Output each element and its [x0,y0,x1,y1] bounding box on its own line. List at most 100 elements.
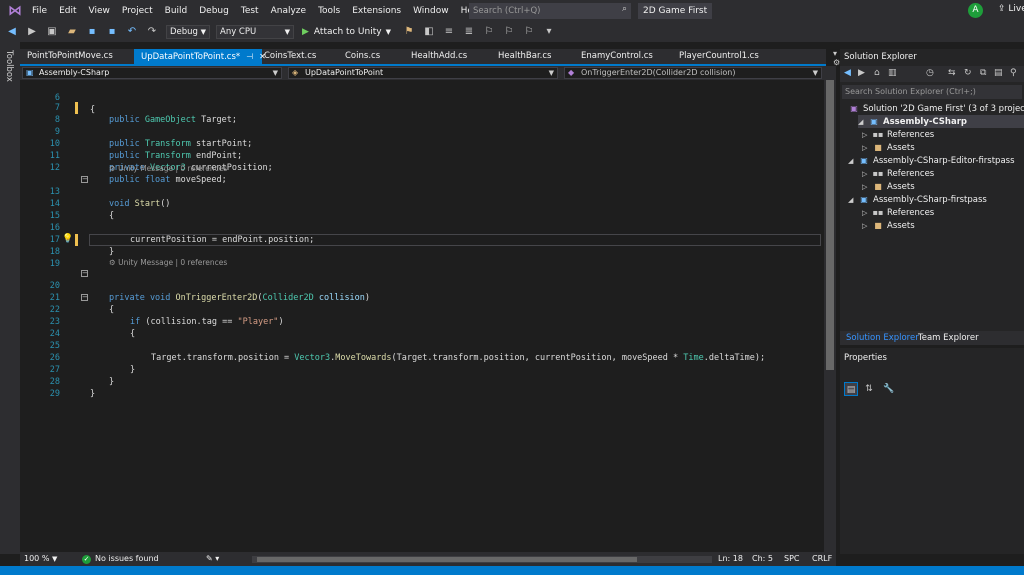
open-file-icon[interactable]: ▰ [64,24,80,40]
step-icon[interactable]: ≡ [441,24,457,40]
solution-configuration-select[interactable]: Debug ▼ [166,25,210,39]
forward-icon[interactable]: ▶ [858,68,865,78]
tab-team-explorer[interactable]: Team Explorer [914,331,983,345]
back-icon[interactable]: ◀ [844,68,851,78]
attach-to-unity-button[interactable]: ▶ Attach to Unity ▼ [302,27,391,37]
unity-icon[interactable]: ⚑ [401,24,417,40]
code-editor[interactable]: 💡 − − − 6 { 7 public GameObject Target; … [20,80,826,552]
navigate-back-icon[interactable]: ◀ [4,24,20,40]
undo-icon[interactable]: ↶ [124,24,140,40]
editor-horizontal-scrollbar[interactable] [252,556,712,563]
property-pages-icon[interactable]: 🔧 [882,382,896,396]
live-share-button[interactable]: ⇪ Live [998,4,1024,14]
views-icon[interactable]: ▥ [888,68,897,78]
tree-assets[interactable]: ▷ ■ Assets [862,180,915,193]
save-icon[interactable]: ▪ [84,24,100,40]
tree-references[interactable]: ▷ ▪▪ References [862,128,934,141]
folder-icon: ■ [874,221,882,230]
project-dropdown[interactable]: ▣ Assembly-CSharp ▼ [22,67,282,79]
categorized-icon[interactable]: ▤ [844,382,858,396]
scrollbar-thumb[interactable] [257,557,637,562]
tab-solution-explorer[interactable]: Solution Explorer [842,331,923,345]
tree-references[interactable]: ▷ ▪▪ References [862,206,934,219]
refresh-icon[interactable]: ↻ [964,68,972,78]
new-project-icon[interactable]: ▣ [44,24,60,40]
toolbar-overflow-icon[interactable]: ▾ [541,24,557,40]
collapse-all-icon[interactable]: ⧉ [980,68,986,78]
navigate-forward-icon[interactable]: ▶ [24,24,40,40]
avatar[interactable]: A [968,3,983,18]
redo-icon[interactable]: ↷ [144,24,160,40]
live-share-label: Live [1008,4,1024,14]
tab-healthbar[interactable]: HealthBar.cs [491,49,573,64]
bookmark-next-icon[interactable]: ⚐ [521,24,537,40]
menu-tools[interactable]: Tools [312,0,346,22]
issues-indicator[interactable]: ✓ No issues found [82,552,159,566]
codelens[interactable]: ⚙ Unity Message | 0 references [109,257,227,268]
tree-project-firstpass[interactable]: ◢ ▣ Assembly-CSharp-firstpass [848,193,987,206]
alphabetical-icon[interactable]: ⇅ [862,382,876,396]
tree-solution[interactable]: ▣ Solution '2D Game First' (3 of 3 projec… [848,102,1024,115]
csharp-project-icon: ▣ [26,68,34,77]
menu-edit[interactable]: Edit [53,0,82,22]
codelens[interactable]: ⚙ Unity Message | 0 references [109,163,227,174]
search-input[interactable]: Search (Ctrl+Q) [469,3,631,19]
zoom-select[interactable]: 100 % ▼ [24,552,57,566]
menu-project[interactable]: Project [116,0,159,22]
navigation-bar: ▣ Assembly-CSharp ▼ ◈ UpDataPointToPoint… [20,66,826,80]
tab-enamycontrol[interactable]: EnamyControl.cs [574,49,672,64]
menu-extensions[interactable]: Extensions [346,0,407,22]
pin-icon[interactable]: ⊣ [246,52,253,61]
zoom-level: 100 % [24,554,50,563]
csharp-project-icon: ▣ [860,195,868,204]
menu-window[interactable]: Window [407,0,455,22]
menu-build[interactable]: Build [159,0,194,22]
tab-updatapointtopoint[interactable]: UpDataPointToPoint.cs* ⊣ ✕ [134,49,266,64]
tab-healthadd[interactable]: HealthAdd.cs [404,49,490,64]
expand-arrow-icon[interactable]: ◢ [848,155,858,168]
menu-test[interactable]: Test [235,0,265,22]
toolbox-tab[interactable]: Toolbox [4,50,14,82]
scrollbar-thumb[interactable] [826,80,834,370]
menu-file[interactable]: File [26,0,53,22]
solution-platform-select[interactable]: Any CPU ▼ [216,25,294,39]
menu-debug[interactable]: Debug [193,0,235,22]
tab-pointtopointmove[interactable]: PointToPointMove.cs [20,49,134,64]
tab-coinstext[interactable]: CoinsText.cs [257,49,337,64]
play-icon: ▶ [302,27,309,37]
collapse-arrow-icon[interactable]: ▷ [862,220,872,233]
show-all-files-icon[interactable]: ▤ [994,68,1003,78]
expand-arrow-icon[interactable]: ◢ [848,194,858,207]
sync-icon[interactable]: ⇆ [948,68,956,78]
bookmark-prev-icon[interactable]: ⚐ [501,24,517,40]
tree-project-assembly-csharp[interactable]: ◢ ▣ Assembly-CSharp [858,115,1024,128]
pending-changes-icon[interactable]: ◷ [926,68,934,78]
bookmark-icon[interactable]: ⚐ [481,24,497,40]
properties-toolbar: ▤ ⇅ 🔧 [842,382,1024,398]
home-icon[interactable]: ⌂ [874,68,880,78]
breakpoint-icon[interactable]: ◧ [421,24,437,40]
comment-icon[interactable]: ≣ [461,24,477,40]
code-line: 9 public Transform startPoint; [20,114,826,149]
editor-vertical-scrollbar[interactable] [824,66,836,552]
properties-icon[interactable]: ⚲ [1010,68,1017,78]
tab-label: HealthBar.cs [498,51,552,61]
code-line: 23 { [20,304,826,339]
line-ending[interactable]: CRLF [812,552,832,566]
class-icon: ◈ [292,68,299,77]
whitespace-mode[interactable]: SPC [784,552,800,566]
menu-analyze[interactable]: Analyze [265,0,312,22]
solution-search-input[interactable]: Search Solution Explorer (Ctrl+;) [842,85,1022,99]
menu-view[interactable]: View [83,0,116,22]
member-dropdown[interactable]: ◆ OnTriggerEnter2D(Collider2D collision)… [564,67,822,79]
tree-assets[interactable]: ▷ ■ Assets [862,141,915,154]
save-all-icon[interactable]: ▪ [104,24,120,40]
tree-project-editor-firstpass[interactable]: ◢ ▣ Assembly-CSharp-Editor-firstpass [848,154,1015,167]
brush-icon[interactable]: ✎ ▾ [206,552,219,566]
tab-coins[interactable]: Coins.cs [338,49,404,64]
code-line: 24 [20,316,826,339]
tree-references[interactable]: ▷ ▪▪ References [862,167,934,180]
tree-assets[interactable]: ▷ ■ Assets [862,219,915,232]
tab-playercountrol1[interactable]: PlayerCountrol1.cs [672,49,782,64]
class-dropdown[interactable]: ◈ UpDataPointToPoint ▼ [288,67,558,79]
